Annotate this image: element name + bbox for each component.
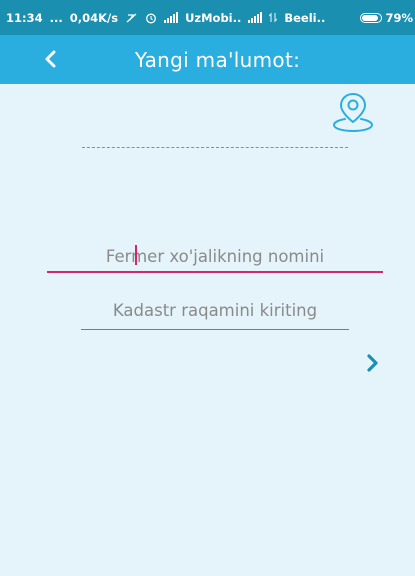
text-cursor [135,245,137,265]
location-button[interactable] [331,90,375,134]
carrier-name-2: Beeli.. [284,10,326,25]
farm-name-field[interactable] [47,241,383,273]
data-saver-icon [125,12,138,24]
location-pin-icon [332,92,374,133]
network-speed: 0,04K/s [69,10,119,25]
cadastre-number-field[interactable] [81,301,349,330]
form-content [0,84,415,576]
battery-level: 79% [385,10,413,25]
signal-icon-2 [248,12,263,23]
battery-icon [360,12,383,23]
location-value-line [82,147,348,148]
cadastre-number-input[interactable] [81,301,349,325]
app-bar: Yangi ma'lumot: [0,35,415,84]
status-more-dots: ... [49,10,63,25]
page-title: Yangi ma'lumot: [134,47,301,72]
data-transfer-icon [269,12,278,23]
back-button[interactable] [36,45,64,73]
battery-indicator: 79% [360,11,413,25]
status-time: 11:34 [6,10,43,25]
chevron-left-icon [45,50,56,68]
signal-icon [164,12,179,23]
alarm-icon [145,12,157,24]
status-bar: 11:34 ... 0,04K/s UzMobi.. Beeli.. 79% [0,0,415,35]
chevron-right-icon [367,354,378,372]
farm-name-input[interactable] [47,247,383,271]
next-button[interactable] [360,350,386,376]
carrier-name-1: UzMobi.. [185,10,242,25]
